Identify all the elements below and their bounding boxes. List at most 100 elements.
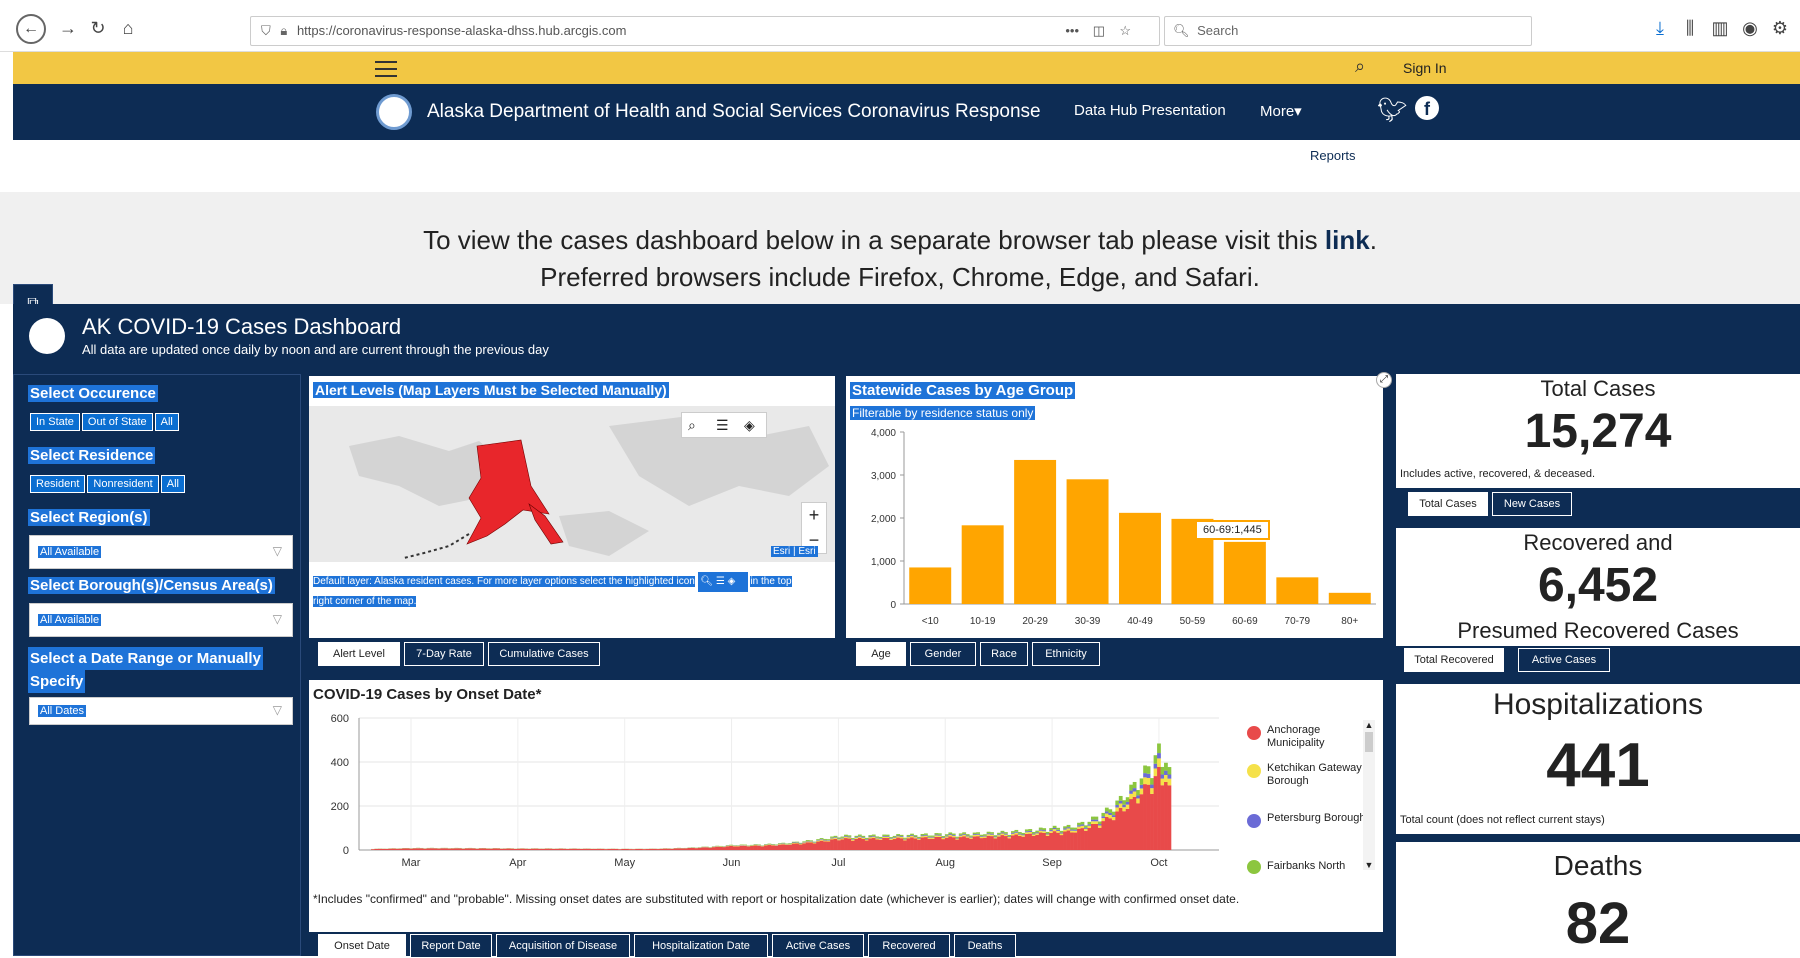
separate-tab-link[interactable]: link: [1325, 225, 1370, 255]
onset-bar-segment: [1001, 831, 1005, 833]
onset-bar-segment: [1004, 836, 1008, 850]
occurrence-all[interactable]: All: [155, 413, 179, 431]
onset-bar-segment: [934, 833, 938, 835]
age-bar: [1119, 513, 1161, 604]
hamburger-menu-icon[interactable]: [375, 58, 397, 78]
tab-ethnicity[interactable]: Ethnicity: [1032, 642, 1100, 666]
map-attribution[interactable]: Esri | Esri: [771, 546, 818, 557]
onset-bar-segment: [990, 835, 994, 836]
page-actions-icon[interactable]: •••: [1065, 17, 1079, 45]
onset-bar-segment: [1126, 797, 1130, 802]
occurrence-in-state[interactable]: In State: [30, 413, 80, 431]
onset-bar-segment: [959, 833, 963, 834]
residence-resident[interactable]: Resident: [30, 475, 85, 493]
onset-bar-segment: [1032, 834, 1036, 835]
residence-all[interactable]: All: [161, 475, 185, 493]
tab-onset-date[interactable]: Onset Date: [318, 934, 406, 958]
tab-hospitalization-date[interactable]: Hospitalization Date: [634, 934, 768, 958]
onset-bar-segment: [573, 849, 577, 850]
tab-alert-level[interactable]: Alert Level: [318, 642, 400, 666]
scrollbar-thumb[interactable]: [1365, 732, 1373, 752]
tab-total-recovered[interactable]: Total Recovered: [1404, 648, 1504, 672]
onset-bar-segment: [1046, 834, 1050, 835]
dashboard-header: AK COVID-19 Cases Dashboard All data are…: [13, 304, 1800, 362]
facebook-icon[interactable]: f: [1415, 96, 1439, 120]
tab-report-date[interactable]: Report Date: [410, 934, 492, 958]
onset-bar-segment: [1060, 833, 1064, 834]
map-legend-icon[interactable]: ☰: [716, 417, 729, 434]
tab-acquisition-of-disease[interactable]: Acquisition of Disease: [496, 934, 630, 958]
reload-icon[interactable]: ↻: [84, 14, 112, 42]
tab-7-day-rate[interactable]: 7-Day Rate: [404, 642, 484, 666]
site-search-icon[interactable]: ⌕: [1355, 56, 1365, 77]
search-input[interactable]: 🔍︎ Search: [1164, 16, 1532, 46]
onset-bar-segment: [1021, 837, 1025, 850]
nav-more-dropdown[interactable]: More▾: [1260, 102, 1302, 120]
onset-bar-segment: [997, 837, 1001, 850]
tab-total-cases[interactable]: Total Cases: [1408, 492, 1488, 516]
home-icon[interactable]: ⌂: [114, 14, 142, 42]
onset-bar-segment: [1150, 778, 1154, 784]
scroll-down-icon[interactable]: ▼: [1363, 860, 1375, 870]
total-cases-title: Total Cases: [1396, 376, 1800, 402]
borough-dropdown[interactable]: All Available▽: [29, 603, 293, 637]
date-title-1: Select a Date Range or Manually: [28, 647, 263, 670]
date-dropdown[interactable]: All Dates▽: [29, 697, 293, 725]
tab-new-cases[interactable]: New Cases: [1492, 492, 1572, 516]
onset-bar-segment: [712, 847, 716, 850]
sidebar-icon[interactable]: ▥: [1706, 14, 1734, 42]
scroll-up-icon[interactable]: ▲: [1363, 720, 1375, 730]
sign-in-link[interactable]: Sign In: [1403, 60, 1447, 76]
tab-recovered[interactable]: Recovered: [868, 934, 950, 958]
tab-gender[interactable]: Gender: [910, 642, 976, 666]
tab-active-cases[interactable]: Active Cases: [772, 934, 864, 958]
alaska-region-shape[interactable]: [467, 440, 549, 544]
onset-bar-segment: [910, 836, 914, 837]
map-layers-icon[interactable]: ◈: [744, 417, 755, 434]
expand-icon[interactable]: ⤢: [1376, 372, 1392, 388]
download-icon[interactable]: ⤓: [1646, 14, 1674, 42]
onset-bar-segment: [660, 849, 664, 850]
extensions-icon[interactable]: ⚙: [1766, 14, 1794, 42]
onset-bar-segment: [924, 835, 928, 836]
twitter-icon[interactable]: 🐦︎: [1377, 96, 1407, 125]
legend-label: Petersburg Borough: [1267, 812, 1367, 825]
onset-bar-segment: [1150, 788, 1154, 794]
library-icon[interactable]: ⫼: [1676, 14, 1704, 42]
site-title[interactable]: Alaska Department of Health and Social S…: [427, 101, 1041, 123]
url-bar[interactable]: ⛉ 🔒︎ https://coronavirus-response-alaska…: [250, 16, 1160, 46]
reports-link[interactable]: Reports: [1310, 148, 1356, 163]
onset-bar-segment: [468, 848, 472, 850]
legend-scrollbar[interactable]: ▲ ▼: [1363, 720, 1375, 870]
onset-bar-segment: [865, 841, 869, 850]
forward-button-icon[interactable]: →: [54, 14, 82, 42]
onset-bar-segment: [886, 836, 890, 837]
onset-bar-segment: [844, 835, 848, 836]
tab-active-cases-kpi[interactable]: Active Cases: [1518, 648, 1610, 672]
onset-bar-segment: [879, 838, 883, 839]
pocket-icon[interactable]: ◫: [1093, 17, 1105, 45]
nav-data-hub-presentation[interactable]: Data Hub Presentation: [1074, 102, 1226, 119]
tab-age[interactable]: Age: [856, 642, 906, 666]
onset-bar-segment: [893, 839, 897, 850]
residence-nonresident[interactable]: Nonresident: [87, 475, 158, 493]
onset-bar-segment: [1091, 821, 1095, 824]
onset-bar-segment: [976, 832, 980, 834]
tab-cumulative-cases[interactable]: Cumulative Cases: [488, 642, 600, 666]
map-search-icon[interactable]: ⌕: [688, 417, 696, 434]
onset-bar-segment: [865, 840, 869, 841]
account-icon[interactable]: ◉: [1736, 14, 1764, 42]
alert-level-map[interactable]: ⌕ ☰ ◈ + − Esri | Esri: [309, 406, 835, 562]
onset-bar-segment: [1168, 775, 1172, 779]
onset-bar-segment: [441, 848, 445, 850]
x-tick-label: 60-69: [1232, 616, 1258, 627]
tab-deaths[interactable]: Deaths: [954, 934, 1016, 958]
occurrence-out-of-state[interactable]: Out of State: [82, 413, 153, 431]
zoom-in-button[interactable]: +: [802, 503, 826, 528]
bookmark-star-icon[interactable]: ☆: [1119, 17, 1131, 45]
onset-bar-segment: [900, 835, 904, 836]
tab-race[interactable]: Race: [980, 642, 1028, 666]
back-button-icon[interactable]: ←: [16, 14, 46, 44]
region-dropdown[interactable]: All Available▽: [29, 535, 293, 569]
legend-label: Ketchikan Gateway Borough: [1267, 762, 1367, 788]
